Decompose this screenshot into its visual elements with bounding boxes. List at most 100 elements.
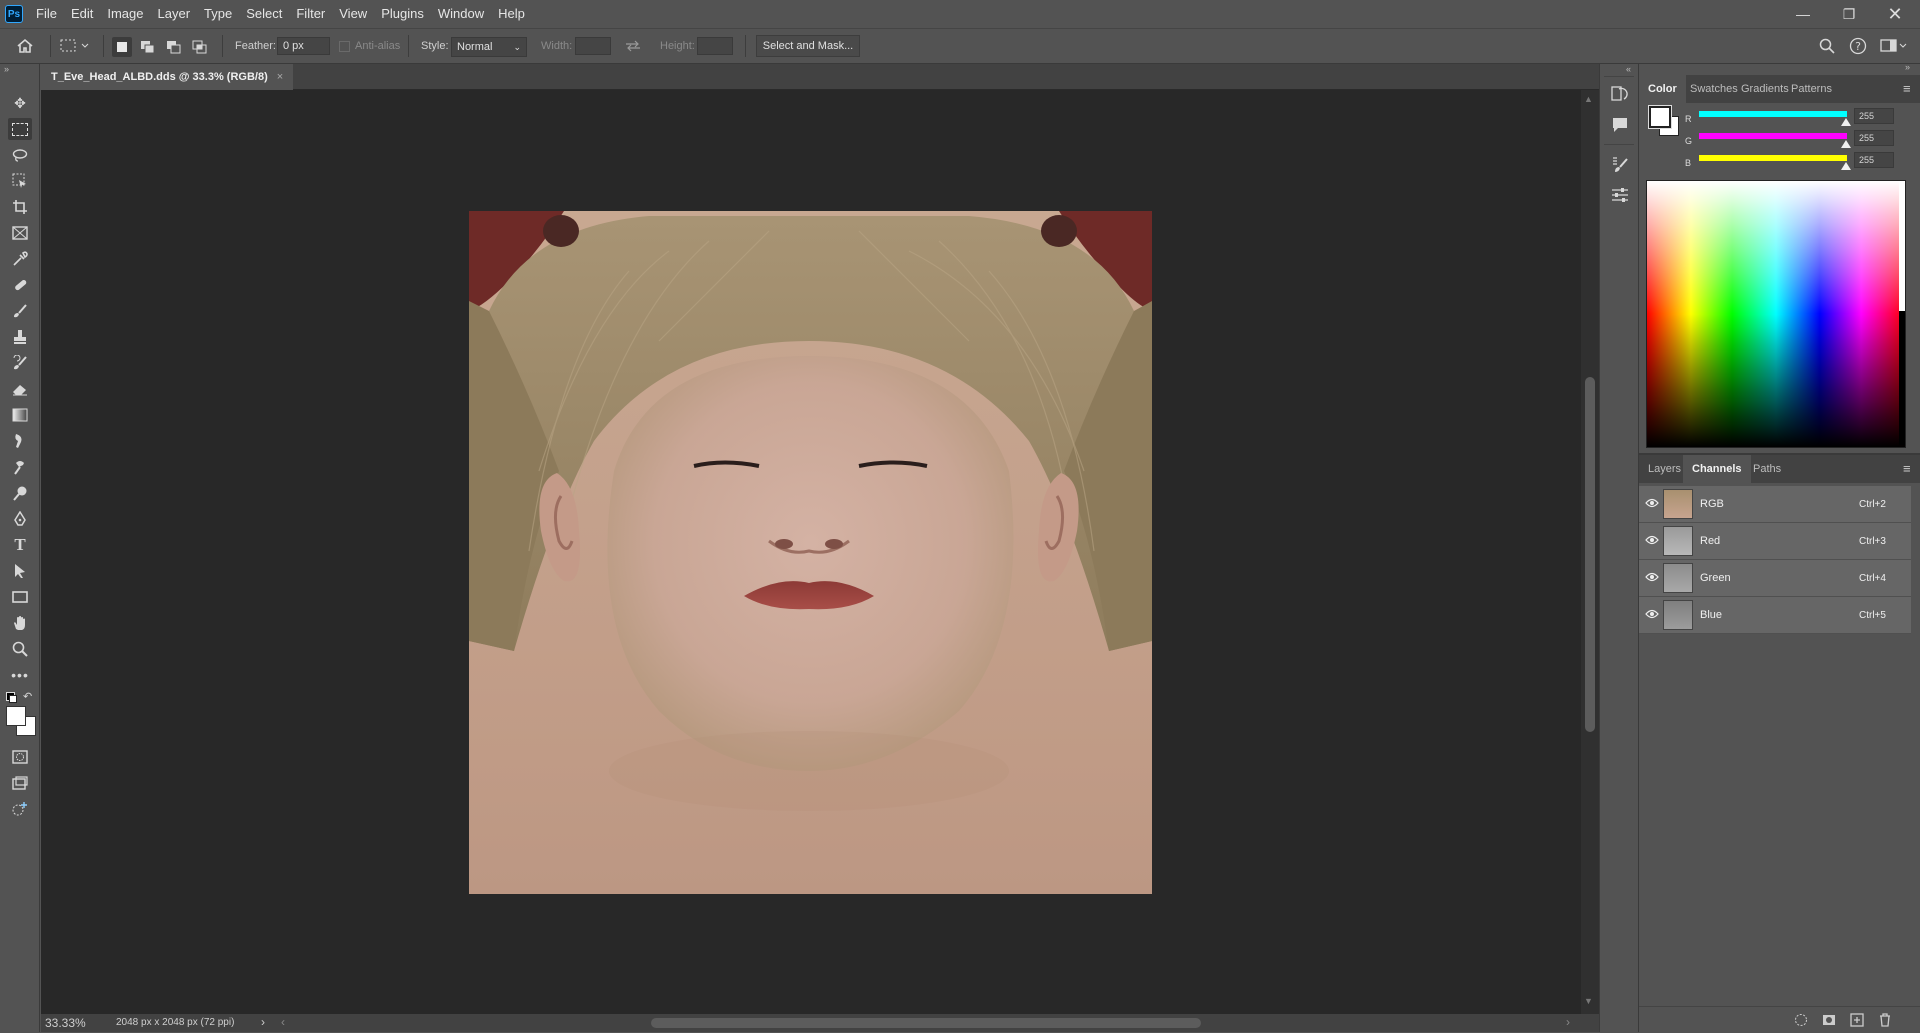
horizontal-scroll-thumb[interactable] (651, 1018, 1201, 1028)
status-menu-icon[interactable]: › (261, 1015, 265, 1029)
foreground-color-swatch[interactable] (6, 706, 26, 726)
more-tools-icon[interactable]: ••• (8, 664, 32, 686)
panel-menu-icon[interactable]: ≡ (1903, 81, 1911, 96)
healing-brush-tool-icon[interactable] (8, 274, 32, 296)
menu-image[interactable]: Image (100, 0, 150, 28)
feather-input[interactable]: 0 px (277, 37, 330, 55)
visibility-eye-icon[interactable] (1645, 572, 1659, 585)
restore-icon[interactable]: ❐ (1826, 0, 1872, 28)
comments-panel-icon[interactable] (1611, 116, 1629, 137)
visibility-eye-icon[interactable] (1645, 498, 1659, 511)
antialias-checkbox[interactable]: Anti-alias (339, 29, 400, 63)
adjustments-panel-icon[interactable] (1611, 186, 1629, 207)
object-selection-tool-icon[interactable] (8, 170, 32, 192)
history-brush-tool-icon[interactable] (8, 352, 32, 374)
channel-row-blue[interactable]: Blue Ctrl+5 (1639, 597, 1911, 634)
help-icon[interactable]: ? (1849, 29, 1867, 63)
pen-tool-icon[interactable] (8, 508, 32, 530)
type-tool-icon[interactable]: T (8, 534, 32, 556)
swap-width-height-icon[interactable] (625, 29, 641, 63)
collapse-panels-icon[interactable]: « (1626, 64, 1631, 74)
menu-type[interactable]: Type (197, 0, 239, 28)
brush-settings-panel-icon[interactable] (1611, 156, 1629, 177)
channel-row-green[interactable]: Green Ctrl+4 (1639, 560, 1911, 597)
default-colors-icon[interactable] (6, 692, 17, 703)
scroll-up-icon[interactable]: ▲ (1584, 94, 1593, 104)
menu-select[interactable]: Select (239, 0, 289, 28)
visibility-eye-icon[interactable] (1645, 535, 1659, 548)
tab-color[interactable]: Color (1639, 75, 1686, 103)
collapse-dock-icon[interactable]: » (1905, 62, 1910, 72)
add-to-selection-icon[interactable] (138, 37, 158, 57)
spectrum-black-bar[interactable] (1899, 311, 1905, 445)
path-selection-tool-icon[interactable] (8, 560, 32, 582)
style-select[interactable]: Normal ⌄ (451, 37, 527, 57)
search-icon[interactable] (1819, 29, 1835, 63)
menu-file[interactable]: File (29, 0, 64, 28)
swap-colors-icon[interactable]: ↶ (23, 690, 32, 703)
slider-thumb-r[interactable] (1841, 118, 1851, 126)
brush-tool-icon[interactable] (8, 300, 32, 322)
history-panel-icon[interactable] (1611, 84, 1629, 105)
clone-stamp-tool-icon[interactable] (8, 326, 32, 348)
edit-toolbar-icon[interactable] (8, 798, 32, 820)
frame-tool-icon[interactable] (8, 222, 32, 244)
menu-view[interactable]: View (332, 0, 374, 28)
new-channel-icon[interactable] (1850, 1013, 1864, 1030)
tool-preset-picker[interactable] (60, 29, 90, 63)
menu-edit[interactable]: Edit (64, 0, 100, 28)
visibility-eye-icon[interactable] (1645, 609, 1659, 622)
load-channel-selection-icon[interactable] (1794, 1013, 1808, 1030)
workspace-icon[interactable] (1880, 29, 1908, 63)
slider-track-b[interactable] (1699, 155, 1847, 161)
height-input[interactable] (697, 37, 733, 55)
eyedropper-tool-icon[interactable] (8, 248, 32, 270)
panel-menu-icon[interactable]: ≡ (1903, 461, 1911, 476)
scroll-down-icon[interactable]: ▼ (1584, 996, 1593, 1006)
document-tab[interactable]: T_Eve_Head_ALBD.dds @ 33.3% (RGB/8) × (41, 64, 294, 90)
trash-icon[interactable] (1878, 1013, 1892, 1030)
menu-layer[interactable]: Layer (151, 0, 198, 28)
photoshop-logo[interactable]: Ps (5, 5, 23, 23)
burn-tool-icon[interactable] (8, 456, 32, 478)
width-input[interactable] (575, 37, 611, 55)
vertical-scroll-thumb[interactable] (1585, 377, 1595, 732)
zoom-tool-icon[interactable] (8, 638, 32, 660)
screen-mode-icon[interactable] (8, 772, 32, 794)
vertical-scrollbar[interactable]: ▲ ▼ (1581, 90, 1599, 1014)
crop-tool-icon[interactable] (8, 196, 32, 218)
value-input-r[interactable]: 255 (1854, 108, 1894, 124)
channel-row-red[interactable]: Red Ctrl+3 (1639, 523, 1911, 560)
rectangular-marquee-tool-icon[interactable] (8, 118, 32, 140)
close-icon[interactable]: ✕ (1872, 0, 1918, 28)
move-tool-icon[interactable]: ✥ (8, 92, 32, 114)
select-and-mask-button[interactable]: Select and Mask... (756, 35, 860, 57)
eraser-tool-icon[interactable] (8, 378, 32, 400)
scroll-right-icon[interactable]: › (1566, 1015, 1570, 1029)
tab-channels[interactable]: Channels (1683, 455, 1751, 483)
menu-filter[interactable]: Filter (289, 0, 332, 28)
collapse-toolbar-icon[interactable]: » (4, 64, 9, 74)
spectrum-white-bar[interactable] (1899, 181, 1905, 311)
menu-window[interactable]: Window (431, 0, 491, 28)
smudge-tool-icon[interactable] (8, 430, 32, 452)
value-input-b[interactable]: 255 (1854, 152, 1894, 168)
color-panel-foreground-swatch[interactable] (1648, 105, 1672, 129)
save-selection-channel-icon[interactable] (1822, 1013, 1836, 1030)
lasso-tool-icon[interactable] (8, 144, 32, 166)
subtract-from-selection-icon[interactable] (164, 37, 184, 57)
rectangle-tool-icon[interactable] (8, 586, 32, 608)
channel-row-rgb[interactable]: RGB Ctrl+2 (1639, 486, 1911, 523)
tab-patterns[interactable]: Patterns (1782, 75, 1841, 103)
slider-track-g[interactable] (1699, 133, 1847, 139)
menu-plugins[interactable]: Plugins (374, 0, 431, 28)
dodge-tool-icon[interactable] (8, 482, 32, 504)
slider-track-r[interactable] (1699, 111, 1847, 117)
slider-thumb-g[interactable] (1841, 140, 1851, 148)
home-icon[interactable] (16, 29, 34, 63)
quick-mask-icon[interactable] (8, 746, 32, 768)
value-input-g[interactable]: 255 (1854, 130, 1894, 146)
minimize-icon[interactable]: — (1780, 0, 1826, 28)
canvas-image[interactable] (469, 211, 1152, 894)
zoom-level[interactable]: 33.33% (45, 1016, 86, 1030)
